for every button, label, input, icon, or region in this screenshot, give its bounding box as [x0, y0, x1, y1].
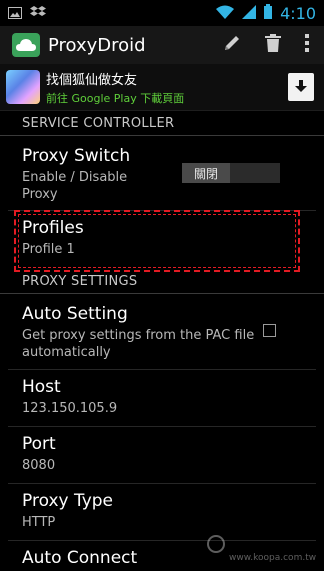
app-title: ProxyDroid — [48, 34, 146, 56]
highlight-annotation — [14, 210, 300, 272]
ad-title: 找個狐仙做女友 — [46, 72, 138, 88]
pref-summary: HTTP — [22, 515, 56, 530]
watermark-url: www.koopa.com.tw — [229, 553, 317, 563]
auto-setting-checkbox[interactable] — [263, 324, 276, 337]
trash-icon[interactable] — [264, 33, 282, 57]
section-header-service-controller: SERVICE CONTROLLER — [0, 112, 324, 136]
divider — [8, 483, 316, 484]
status-bar: 4:10 — [0, 0, 324, 26]
section-header-proxy-settings: PROXY SETTINGS — [0, 270, 324, 294]
download-button[interactable] — [288, 73, 314, 101]
pref-proxy-type[interactable]: Proxy Type HTTP — [0, 491, 324, 531]
pref-title: Proxy Type — [22, 491, 114, 511]
signal-icon — [242, 4, 257, 23]
pref-port[interactable]: Port 8080 — [0, 434, 324, 474]
divider — [8, 426, 316, 427]
pref-title: Auto Setting — [22, 304, 128, 324]
photo-icon — [8, 4, 22, 23]
pref-host[interactable]: Host 123.150.105.9 — [0, 377, 324, 417]
pencil-icon[interactable] — [222, 33, 242, 57]
action-bar: ProxyDroid — [0, 26, 324, 65]
watermark: www.koopa.com.tw — [207, 535, 319, 565]
toggle-off-label: 關閉 — [182, 163, 230, 183]
pref-summary: Enable / Disable Proxy — [22, 170, 128, 202]
dropbox-icon — [30, 4, 46, 23]
wifi-icon — [216, 4, 235, 23]
pref-title: Host — [22, 377, 61, 397]
watermark-logo-icon — [207, 535, 225, 553]
download-arrow-icon — [294, 78, 308, 97]
pref-summary: 8080 — [22, 458, 56, 473]
ad-subtitle-link[interactable]: 前往 Google Play 下載頁面 — [46, 90, 184, 106]
proxy-toggle-switch[interactable]: 關閉 — [182, 163, 280, 183]
pref-summary: Get proxy settings from the PAC file aut… — [22, 328, 255, 360]
ad-thumbnail — [6, 70, 40, 104]
pref-summary: 123.150.105.9 — [22, 401, 118, 416]
app-cloud-icon[interactable] — [12, 33, 40, 57]
overflow-menu-icon[interactable] — [304, 33, 310, 57]
clock-time: 4:10 — [280, 3, 316, 23]
battery-icon — [264, 3, 273, 23]
pref-title: Port — [22, 434, 56, 454]
divider — [8, 369, 316, 370]
ad-banner[interactable]: 找個狐仙做女友 前往 Google Play 下載頁面 — [0, 64, 324, 111]
